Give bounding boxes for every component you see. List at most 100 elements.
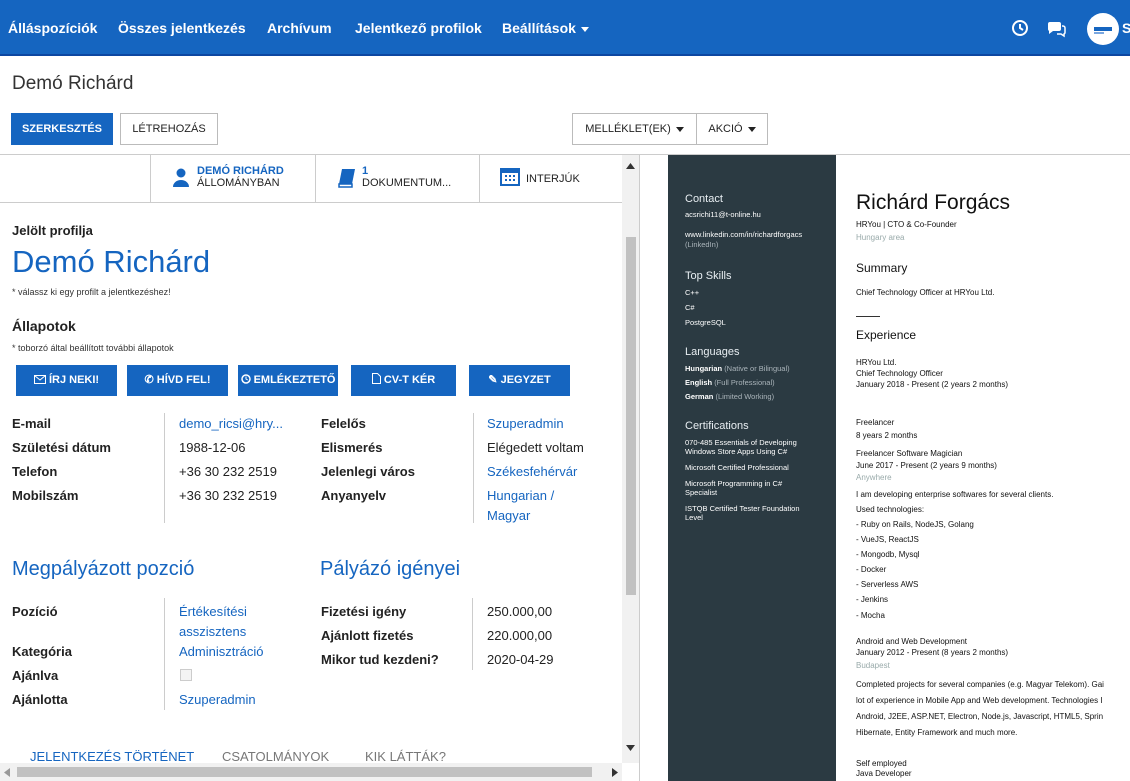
- cv-summary: Chief Technology Officer at HRYou Ltd.: [856, 288, 995, 297]
- chat-icon[interactable]: [1046, 18, 1066, 38]
- envelope-icon: [33, 375, 46, 384]
- tab-person-status: ÁLLOMÁNYBAN: [197, 177, 280, 189]
- note-button[interactable]: ✎ JEGYZET: [469, 365, 570, 396]
- scroll-down-icon[interactable]: [626, 745, 635, 751]
- horizontal-scrollbar[interactable]: [0, 763, 622, 781]
- cv-exp-tech: - Mocha: [856, 611, 885, 620]
- reminder-button[interactable]: EMLÉKEZTETŐ: [238, 365, 338, 396]
- nav-applicant-profiles[interactable]: Jelentkező profilok: [355, 0, 482, 56]
- cv-headline: HRYou | CTO & Co-Founder: [856, 220, 957, 229]
- scrollbar-thumb[interactable]: [626, 237, 636, 595]
- candidate-name[interactable]: Demó Richárd: [12, 244, 210, 280]
- call-button[interactable]: ✆ HÍVD FEL!: [127, 365, 228, 396]
- request-cv-button[interactable]: CV-T KÉR: [351, 365, 456, 396]
- cv-contact-heading: Contact: [685, 193, 723, 205]
- cv-language-level: (Native or Bilingual): [724, 364, 790, 373]
- mobile-value: +36 30 232 2519: [179, 488, 277, 503]
- cv-language: English (Full Professional): [685, 378, 775, 388]
- calendar-icon: [500, 168, 520, 186]
- owner-value[interactable]: Szuperadmin: [487, 416, 564, 431]
- birthdate-value: 1988-12-06: [179, 440, 246, 455]
- cv-cert: Windows Store Apps Using C#: [685, 447, 788, 456]
- phone-icon: ✆: [144, 374, 154, 386]
- position-value-2[interactable]: asszisztens: [179, 624, 246, 639]
- cv-skills-heading: Top Skills: [685, 270, 732, 282]
- cv-cert: Level: [685, 513, 703, 522]
- cv-languages-heading: Languages: [685, 346, 740, 358]
- cv-skill: C++: [685, 288, 700, 297]
- cv-language-level: (Full Professional): [714, 378, 775, 387]
- cv-exp-desc: I am developing enterprise softwares for…: [856, 490, 1054, 499]
- nav-job-positions[interactable]: Álláspozíciók: [8, 0, 97, 56]
- cv-language-level: (Limited Working): [715, 392, 775, 401]
- scroll-left-icon[interactable]: [4, 768, 10, 777]
- recommended-label: Ajánlva: [12, 668, 59, 683]
- offered-salary-value: 220.000,00: [487, 628, 553, 643]
- native-language-value-2[interactable]: Magyar: [487, 508, 530, 523]
- applicant-needs-title: Pályázó igényei: [320, 558, 461, 580]
- nav-archive[interactable]: Archívum: [267, 0, 332, 56]
- cv-exp-dates: June 2017 - Present (2 years 9 months): [856, 461, 997, 470]
- nav-settings[interactable]: Beállítások: [502, 0, 589, 56]
- position-value[interactable]: Értékesítési: [179, 604, 247, 619]
- native-language-value[interactable]: Hungarian /: [487, 488, 554, 503]
- chevron-down-icon: [580, 26, 589, 32]
- tab-viewers[interactable]: KIK LÁTTÁK?: [365, 749, 446, 764]
- position-label: Pozíció: [12, 604, 58, 619]
- history-icon[interactable]: [1010, 18, 1030, 38]
- create-button[interactable]: LÉTREHOZÁS: [120, 113, 218, 145]
- write-email-button[interactable]: ÍRJ NEKI!: [16, 365, 117, 396]
- nav-all-applications[interactable]: Összes jelentkezés: [118, 0, 246, 56]
- avatar[interactable]: [1087, 13, 1119, 45]
- cv-exp-tech: - Ruby on Rails, NodeJS, Golang: [856, 520, 974, 529]
- candidate-panel: DEMÓ RICHÁRD ÁLLOMÁNYBAN 1 DOKUMENTUM...…: [0, 155, 622, 781]
- cv-exp-desc: Hibernate, Entity Framework and much mor…: [856, 728, 1018, 737]
- city-value[interactable]: Székesfehérvár: [487, 464, 577, 479]
- cv-exp-location: Anywhere: [856, 473, 892, 482]
- salary-value: 250.000,00: [487, 604, 553, 619]
- vertical-scrollbar[interactable]: [622, 155, 639, 763]
- scroll-up-icon[interactable]: [626, 163, 635, 169]
- tab-interviews[interactable]: INTERJÚK: [479, 155, 622, 203]
- recommender-label: Ajánlotta: [12, 692, 68, 707]
- scroll-right-icon[interactable]: [612, 768, 618, 777]
- owner-label: Felelős: [321, 416, 366, 431]
- scrollbar-thumb[interactable]: [17, 767, 592, 777]
- cv-exp-role: Freelancer Software Magician: [856, 449, 963, 458]
- cv-exp-dates: January 2018 - Present (2 years 2 months…: [856, 380, 1009, 389]
- recommended-checkbox[interactable]: [180, 669, 192, 681]
- cv-certifications-heading: Certifications: [685, 420, 749, 432]
- cv-email: acsrichi11@t-online.hu: [685, 210, 761, 219]
- edit-button[interactable]: SZERKESZTÉS: [11, 113, 113, 145]
- profile-note: * válassz ki egy profilt a jelentkezéshe…: [12, 287, 171, 297]
- page-title: Demó Richárd: [12, 73, 134, 94]
- category-label: Kategória: [12, 644, 72, 659]
- recognition-label: Elismerés: [321, 440, 383, 455]
- cv-exp-company: HRYou Ltd.: [856, 358, 897, 367]
- recommender-value[interactable]: Szuperadmin: [179, 692, 256, 707]
- tab-docs-label: DOKUMENTUM...: [362, 177, 452, 189]
- tab-candidate-status[interactable]: DEMÓ RICHÁRD ÁLLOMÁNYBAN: [150, 155, 315, 203]
- email-value[interactable]: demo_ricsi@hry...: [179, 416, 283, 431]
- tab-attachments[interactable]: CSATOLMÁNYOK: [222, 749, 329, 764]
- cv-skill: PostgreSQL: [685, 318, 726, 327]
- cv-exp-total: 8 years 2 months: [856, 431, 918, 440]
- category-value[interactable]: Adminisztráció: [179, 644, 264, 659]
- user-name-initial[interactable]: S: [1122, 0, 1130, 56]
- attachments-dropdown[interactable]: MELLÉKLET(EK): [572, 113, 697, 145]
- applied-position-title: Megpályázott pozció: [12, 558, 195, 580]
- cv-exp-tech-heading: Used technologies:: [856, 505, 925, 514]
- mobile-label: Mobilszám: [12, 488, 79, 503]
- cv-exp-tech: - Serverless AWS: [856, 580, 919, 589]
- tab-documents[interactable]: 1 DOKUMENTUM...: [315, 155, 479, 203]
- cv-exp-desc: Completed projects for several companies…: [856, 680, 1104, 689]
- cv-main: Richárd Forgács HRYou | CTO & Co-Founder…: [836, 155, 1130, 781]
- top-navbar: Álláspozíciók Összes jelentkezés Archívu…: [0, 0, 1130, 56]
- action-dropdown[interactable]: AKCIÓ: [696, 113, 768, 145]
- states-title: Állapotok: [12, 318, 76, 334]
- cv-exp-tech: - VueJS, ReactJS: [856, 535, 919, 544]
- cv-name: Richárd Forgács: [856, 191, 1011, 214]
- tab-interviews-label: INTERJÚK: [526, 173, 580, 185]
- cv-exp-company: Self employed: [856, 759, 907, 768]
- pane-divider: [639, 155, 640, 781]
